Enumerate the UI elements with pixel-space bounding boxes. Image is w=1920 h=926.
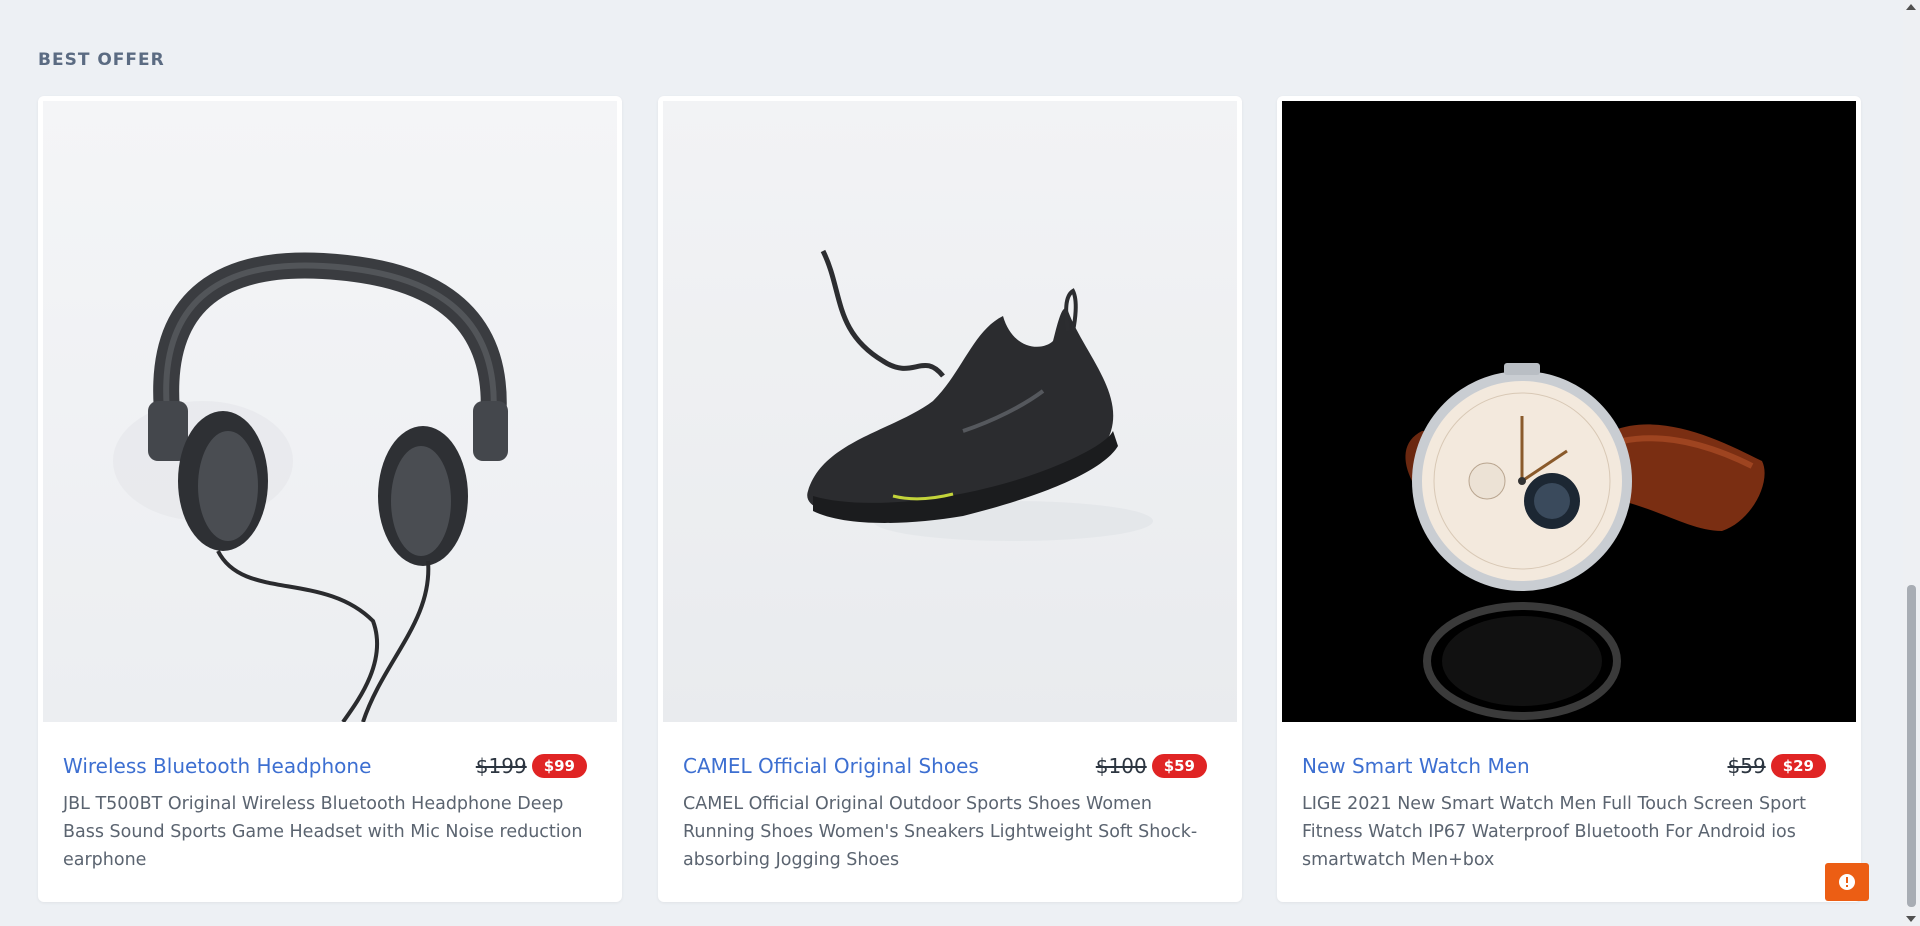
product-card[interactable]: CAMEL Official Original Shoes $100 $59 C… (658, 96, 1242, 902)
product-title-link[interactable]: New Smart Watch Men (1302, 754, 1530, 778)
product-title-link[interactable]: CAMEL Official Original Shoes (683, 754, 979, 778)
product-image-watch[interactable] (1282, 101, 1856, 722)
vertical-scrollbar[interactable] (1903, 0, 1920, 926)
sale-price-badge: $29 (1770, 754, 1826, 778)
old-price: $100 (1095, 754, 1147, 778)
product-description: LIGE 2021 New Smart Watch Men Full Touch… (1302, 794, 1806, 870)
price-group: $100 $59 (1096, 754, 1207, 778)
title-row: Wireless Bluetooth Headphone $199 $99 (63, 754, 597, 784)
scroll-up-icon[interactable] (1906, 4, 1916, 10)
scroll-down-icon[interactable] (1906, 916, 1916, 922)
card-body: Wireless Bluetooth Headphone $199 $99 JB… (63, 754, 597, 874)
shoe-icon (807, 249, 1153, 541)
page: BEST OFFER Wireless Bluetooth Headphone … (0, 0, 1920, 926)
title-row: CAMEL Official Original Shoes $100 $59 (683, 754, 1217, 784)
old-price: $59 (1727, 754, 1766, 778)
card-body: New Smart Watch Men $59 $29 LIGE 2021 Ne… (1302, 754, 1836, 874)
product-description: CAMEL Official Original Outdoor Sports S… (683, 794, 1198, 870)
sale-price-badge: $59 (1151, 754, 1207, 778)
sale-price-badge: $99 (531, 754, 587, 778)
product-image-headphone[interactable] (43, 101, 617, 722)
feedback-button[interactable] (1825, 863, 1869, 901)
exclamation-icon (1839, 874, 1855, 890)
price-group: $59 $29 (1727, 754, 1826, 778)
product-description: JBL T500BT Original Wireless Bluetooth H… (63, 794, 583, 870)
old-price: $199 (475, 754, 527, 778)
title-row: New Smart Watch Men $59 $29 (1302, 754, 1836, 784)
product-card[interactable]: Wireless Bluetooth Headphone $199 $99 JB… (38, 96, 622, 902)
card-body: CAMEL Official Original Shoes $100 $59 C… (683, 754, 1217, 874)
watch-icon (1405, 363, 1765, 720)
price-group: $199 $99 (476, 754, 587, 778)
headphone-icon (113, 252, 508, 722)
product-title-link[interactable]: Wireless Bluetooth Headphone (63, 754, 371, 778)
scroll-thumb[interactable] (1907, 585, 1916, 907)
product-image-shoe[interactable] (663, 101, 1237, 722)
section-title: BEST OFFER (38, 50, 165, 70)
product-card[interactable]: New Smart Watch Men $59 $29 LIGE 2021 Ne… (1277, 96, 1861, 902)
